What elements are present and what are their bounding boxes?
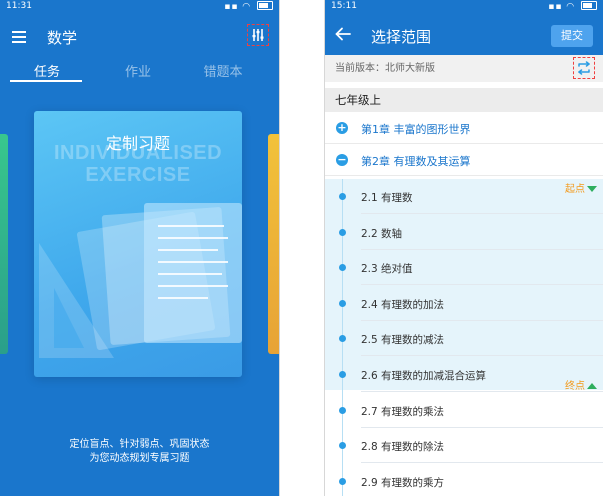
switch-version-icon [578,61,590,75]
left-phone-screen: 11:31 ▪▪ ◠ 数学 任务 作业 错题本 INDIVIDUALISED E… [0,0,280,496]
section-item[interactable]: 2.2 数轴 [325,215,603,250]
prev-card[interactable] [0,134,8,354]
next-card[interactable] [268,134,279,354]
filter-button[interactable] [247,24,269,46]
menu-icon[interactable] [12,31,26,43]
battery-icon [581,1,597,10]
status-bar: 11:31 ▪▪ ◠ [0,0,279,13]
section-label: 2.6 有理数的加减混合运算 [361,370,487,382]
submit-button[interactable]: 提交 [551,25,593,47]
battery-icon [257,1,273,10]
chapter-item-1[interactable]: + 第1章 丰富的图形世界 [325,113,603,144]
section-item[interactable]: 2.3 绝对值 [325,250,603,286]
version-row: 当前版本：北师大新版 [325,55,603,82]
document-illustration [144,203,242,343]
current-version-label: 当前版本：北师大新版 [335,63,435,74]
chapter-item-2[interactable]: − 第2章 有理数及其运算 [325,145,603,176]
status-bar: 15:11 ▪▪ ◠ [325,0,603,13]
tab-mistakes[interactable]: 错题本 [188,61,258,80]
custom-exercise-card[interactable]: INDIVIDUALISED EXERCISE 定制习题 [34,111,242,377]
status-time: 11:31 [6,1,32,11]
tab-homework[interactable]: 作业 [103,61,173,80]
status-icons: ▪▪ ◠ [548,0,597,14]
section-dot-icon [339,264,346,272]
section-item[interactable]: 2.1 有理数 [325,179,603,214]
switch-version-button[interactable] [573,57,595,79]
filter-icon [252,29,264,41]
section-dot-icon [339,406,346,414]
section-label: 2.5 有理数的减法 [361,334,445,347]
grade-header: 七年级上 [325,88,603,112]
section-item[interactable]: 2.9 有理数的乘方 [325,464,603,496]
section-item[interactable]: 2.4 有理数的加法 [325,286,603,321]
page-title: 数学 [47,29,78,47]
end-marker[interactable]: 终点 [565,377,597,392]
footer-line2: 为您动态规划专属习题 [89,453,190,464]
tab-tasks[interactable]: 任务 [12,61,82,80]
section-item[interactable]: 2.6 有理数的加减混合运算 [325,357,603,392]
section-label: 2.1 有理数 [361,192,413,204]
section-label: 2.9 有理数的乘方 [361,476,445,489]
section-dot-icon [339,335,346,343]
chevron-up-icon [587,383,597,389]
right-phone-screen: 15:11 ▪▪ ◠ 选择范围 提交 当前版本：北师大新版 七年级上 + 第1章… [324,0,603,496]
top-bar: 数学 [0,20,279,54]
section-label: 2.8 有理数的除法 [361,441,445,454]
section-item[interactable]: 2.8 有理数的除法 [325,428,603,464]
section-item[interactable]: 2.5 有理数的减法 [325,321,603,357]
section-label: 2.2 数轴 [361,227,403,240]
chapter-title: 第1章 丰富的图形世界 [361,123,471,136]
active-tab-indicator [10,80,82,82]
expand-icon[interactable]: + [336,122,348,134]
section-label: 2.7 有理数的乘法 [361,405,445,418]
section-dot-icon [339,477,346,485]
section-label: 2.3 绝对值 [361,263,413,276]
section-item[interactable]: 2.7 有理数的乘法 [325,393,603,428]
section-dot-icon [339,371,346,378]
section-dot-icon [339,193,346,200]
grade-label: 七年级上 [335,93,381,107]
page-title: 选择范围 [371,28,432,46]
back-arrow-icon[interactable] [335,27,351,41]
footer-description: 定位盲点、针对弱点、巩固状态 为您动态规划专属习题 [0,438,279,466]
chapter-title: 第2章 有理数及其运算 [361,155,471,168]
section-dot-icon [339,228,346,236]
section-dot-icon [339,299,346,307]
card-title: 定制习题 [105,134,170,153]
section-dot-icon [339,442,346,450]
status-icons: ▪▪ ◠ [224,0,273,14]
section-label: 2.4 有理数的加法 [361,298,445,311]
top-bar: 选择范围 提交 [325,13,603,55]
collapse-icon[interactable]: − [336,154,348,166]
footer-line1: 定位盲点、针对弱点、巩固状态 [69,439,210,450]
status-time: 15:11 [331,1,357,11]
